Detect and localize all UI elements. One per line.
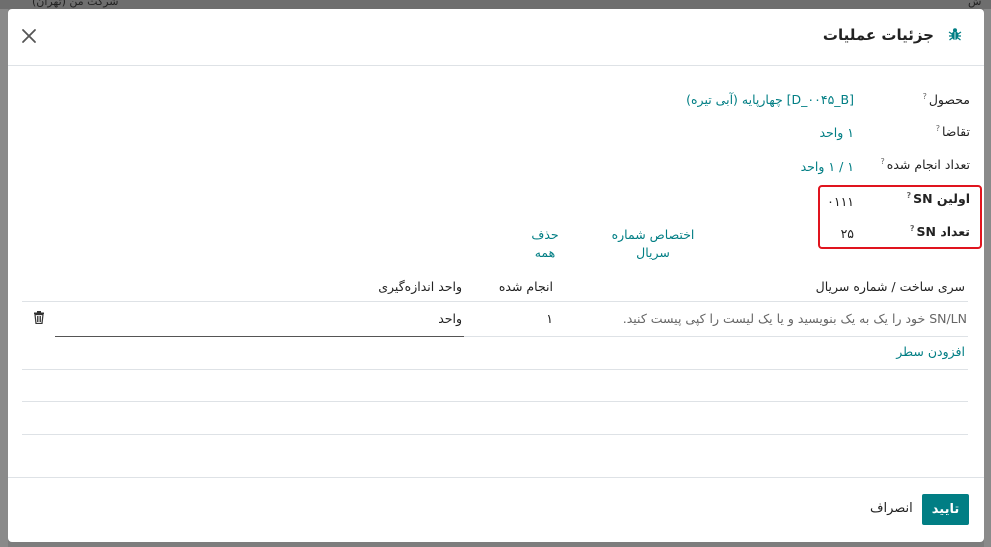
add-line-button[interactable]: افزودن سطر	[896, 344, 965, 359]
column-header-lot-serial[interactable]: سری ساخت / شماره سریال	[816, 279, 965, 294]
background-left	[0, 9, 8, 547]
trash-icon[interactable]	[33, 311, 45, 324]
row-divider	[22, 401, 968, 402]
background-text: ش	[968, 0, 982, 8]
dialog-title: جزئیات عملیات	[822, 26, 934, 44]
row-divider	[22, 434, 968, 435]
confirm-button[interactable]: تایید	[922, 494, 969, 525]
uom-field-underline	[55, 336, 464, 337]
product-value[interactable]: [D_۰۰۴۵_B] چهارپایه (آبی تیره)	[686, 92, 854, 107]
company-name: شرکت من (تهران)	[32, 0, 119, 8]
background-right	[984, 9, 991, 547]
column-header-quantity[interactable]: انجام شده	[499, 279, 553, 294]
assign-serial-button[interactable]: اختصاص شماره سریال	[598, 226, 708, 262]
background-app-bar: شرکت من (تهران) ش	[0, 0, 991, 9]
cancel-button[interactable]: انصراف	[870, 501, 913, 516]
demand-value: ۱ واحد	[819, 125, 855, 140]
highlight-box	[818, 185, 982, 249]
dialog-footer-divider	[8, 477, 984, 478]
table-header-divider	[22, 301, 968, 302]
product-label: محصول?	[922, 92, 970, 108]
close-icon[interactable]	[19, 26, 39, 46]
dialog-header: جزئیات عملیات	[8, 9, 984, 66]
operation-details-dialog: جزئیات عملیات محصول? [D_۰۰۴۵_B] چهارپایه…	[8, 9, 984, 542]
column-header-uom[interactable]: واحد اندازه‌گیری	[378, 279, 462, 294]
row-divider	[464, 336, 968, 337]
lot-serial-input[interactable]: SN/LN خود را یک به یک بنویسید و یا یک لی…	[623, 311, 967, 326]
demand-label: تقاضا?	[935, 124, 970, 140]
quantity-done-value: ۱ / ۱ واحد	[800, 159, 854, 174]
quantity-done-label: تعداد انجام شده?	[880, 157, 970, 173]
row-divider	[22, 369, 968, 370]
row-uom[interactable]: واحد	[438, 311, 462, 326]
row-quantity[interactable]: ۱	[546, 311, 553, 326]
delete-all-button[interactable]: حذف همه	[523, 226, 567, 262]
bug-icon[interactable]	[947, 26, 963, 42]
